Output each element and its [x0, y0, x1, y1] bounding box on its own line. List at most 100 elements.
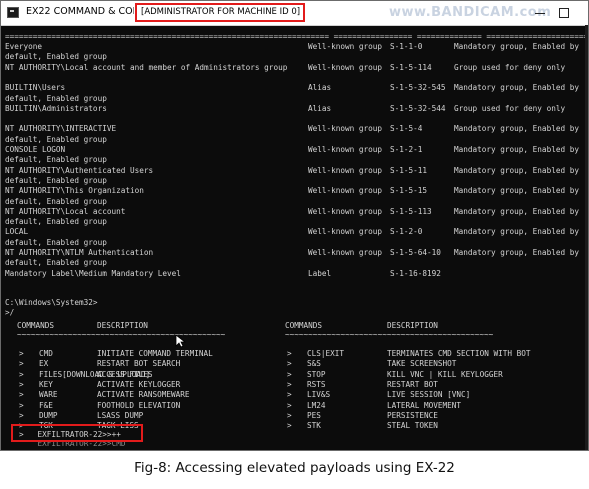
group-sid: S-1-5-114	[390, 62, 432, 72]
group-name: NT AUTHORITY\NTLM Authentication	[5, 248, 154, 257]
command-name: STOP	[307, 369, 326, 379]
menu-bullet: >	[19, 400, 24, 410]
command-description: RESTART BOT	[387, 379, 438, 389]
group-name: NT AUTHORITY\This Organization	[5, 186, 144, 196]
group-row: NT AUTHORITY\INTERACTIVE Well-known group…	[5, 124, 588, 134]
command-name: EX	[39, 359, 49, 369]
menu-row: > EX RESTART BOT SEARCH > S&S TAKE SCREENSHOT	[5, 359, 588, 369]
command-description: INITIATE COMMAND TERMINAL	[97, 349, 213, 358]
group-row: default, Enabled group	[5, 258, 588, 268]
group-sid: S-1-5-11	[390, 165, 428, 175]
group-type: Well-known group	[308, 206, 383, 216]
console-scrollbar[interactable]	[585, 25, 588, 450]
command-name: LM24	[307, 400, 326, 410]
command-name: LIV&S	[307, 390, 331, 400]
group-name: default, Enabled group	[5, 52, 107, 62]
menu-bullet: >	[19, 369, 24, 379]
group-type: Well-known group	[308, 42, 383, 51]
group-attributes: Group used for deny only	[454, 62, 566, 72]
group-row: CONSOLE LOGON Well-known group S-1-2-1 Mand…	[5, 145, 588, 155]
group-attributes: Mandatory group, Enabled by	[454, 83, 579, 93]
group-name: default, Enabled group	[5, 196, 107, 206]
group-name: default, Enabled group	[5, 155, 107, 165]
group-attributes: Mandatory group, Enabled by	[454, 248, 579, 257]
menu-bullet: >	[287, 369, 292, 379]
command-description: TAKE SCREENSHOT	[387, 359, 457, 369]
group-name: default, Enabled group	[5, 237, 107, 247]
menu-bullet: >	[287, 379, 292, 389]
group-sid: S-1-2-1	[390, 145, 423, 154]
group-row: default, Enabled group	[5, 94, 588, 104]
menu-bullet: >	[287, 349, 292, 358]
menu-bullet: >	[287, 400, 292, 410]
group-type: Alias	[308, 83, 332, 93]
menu-row: > CMD INITIATE COMMAND TERMINAL > CLS|EXIT TE…	[5, 349, 588, 359]
group-row: BUILTIN\Users Alias S-1-5-32-545 Mandatory …	[5, 83, 588, 93]
command-name: RSTS	[307, 379, 326, 389]
group-type: Well-known group	[308, 186, 383, 196]
minimize-icon[interactable]	[533, 5, 547, 19]
group-attributes: Mandatory group, Enabled by	[454, 165, 579, 175]
group-attributes: Mandatory group, Enabled by	[454, 227, 579, 237]
group-row: default, Enabled group	[5, 135, 588, 145]
group-row: NT AUTHORITY\Authenticated Users Well-kno…	[5, 165, 588, 176]
command-description: ACCESS FILES	[97, 369, 153, 379]
command-name: WARE	[39, 390, 58, 400]
command-description: TERMINATES CMD SECTION WITH BOT	[387, 349, 531, 358]
group-row: default, Enabled group	[5, 52, 588, 62]
figure-caption: Fig-8: Accessing elevated payloads using…	[134, 460, 455, 476]
group-row	[5, 114, 588, 124]
group-row: NT AUTHORITY\Local account Well-known gro…	[5, 206, 588, 217]
group-type: Well-known group	[308, 165, 383, 175]
group-row: LOCAL Well-known group S-1-2-0 Mandatory gr…	[5, 227, 588, 237]
menu-row: > KEY ACTIVATE KEYLOGGER > RSTS RESTART BOT	[5, 379, 588, 390]
menu-rule-right: ~~~~~~~~~~~~~~~~~~~~~~~~~~~~~~~~~~~~~~~~…	[285, 330, 494, 339]
group-row: default, Enabled group	[5, 217, 588, 227]
command-name: CMD	[39, 349, 53, 358]
console-window: EX22 COMMAND & CONTROL [ADMINISTRATOR FO…	[0, 0, 589, 451]
group-row: NT AUTHORITY\This Organization Well-known…	[5, 186, 588, 196]
group-name: BUILTIN\Administrators	[5, 103, 107, 113]
maximize-icon[interactable]	[557, 5, 571, 19]
console-output[interactable]: ========================================…	[5, 27, 589, 450]
command-name: KEY	[39, 379, 53, 389]
group-attributes: Mandatory group, Enabled by	[454, 145, 579, 154]
command-description: FOOTHOLD ELEVATION	[97, 400, 181, 410]
group-row	[5, 73, 588, 83]
prompt-input-line: >/	[5, 308, 588, 318]
group-row: Everyone Well-known group S-1-1-0 Mandatory…	[5, 42, 588, 52]
window-title: EX22 COMMAND & CONTROL	[26, 6, 134, 17]
group-name: default, Enabled group	[5, 258, 107, 268]
group-attributes: Mandatory group, Enabled by	[454, 42, 579, 51]
group-sid: S-1-5-15	[390, 186, 428, 196]
menu-row: > FILES[DOWNLOAD & UPLOAD] ACCESS FILES > ST…	[5, 369, 588, 380]
group-name: NT AUTHORITY\Local account	[5, 206, 126, 216]
group-name: LOCAL	[5, 227, 29, 237]
separator-text: ========================================…	[5, 32, 589, 41]
group-row: NT AUTHORITY\Local account and member of…	[5, 62, 588, 73]
menu-bullet: >	[19, 349, 24, 358]
group-type: Well-known group	[308, 248, 383, 257]
prompt-path-line: C:\Windows\System32>	[5, 298, 588, 308]
group-name: NT AUTHORITY\Local account and member of…	[5, 62, 288, 72]
menu-bullet: >	[19, 410, 24, 420]
group-sid: S-1-5-32-544	[390, 103, 446, 113]
group-attributes: Mandatory group, Enabled by	[454, 206, 579, 216]
title-bar[interactable]: EX22 COMMAND & CONTROL [ADMINISTRATOR FO…	[1, 1, 588, 26]
menu-bullet: >	[19, 359, 24, 369]
group-type: Well-known group	[308, 62, 383, 72]
group-row: default, Enabled group	[5, 237, 588, 248]
group-type: Label	[308, 268, 332, 278]
menu-row: > F&E FOOTHOLD ELEVATION > LM24 LATERAL MOVEM…	[5, 400, 588, 411]
command-name: S&S	[307, 359, 321, 369]
command-name: F&E	[39, 400, 53, 410]
group-attributes: Group used for deny only	[454, 103, 566, 113]
group-row: NT AUTHORITY\NTLM Authentication Well-kno…	[5, 248, 588, 258]
group-name: default, Enabled group	[5, 175, 107, 185]
recorder-watermark: www.BANDICAM.com	[389, 5, 552, 20]
group-type: Well-known group	[308, 124, 383, 134]
command-description: RESTART BOT SEARCH	[97, 359, 181, 369]
menu-bullet: >	[19, 379, 24, 389]
menu-bullet: >	[19, 390, 24, 400]
mouse-cursor-icon	[175, 334, 186, 348]
